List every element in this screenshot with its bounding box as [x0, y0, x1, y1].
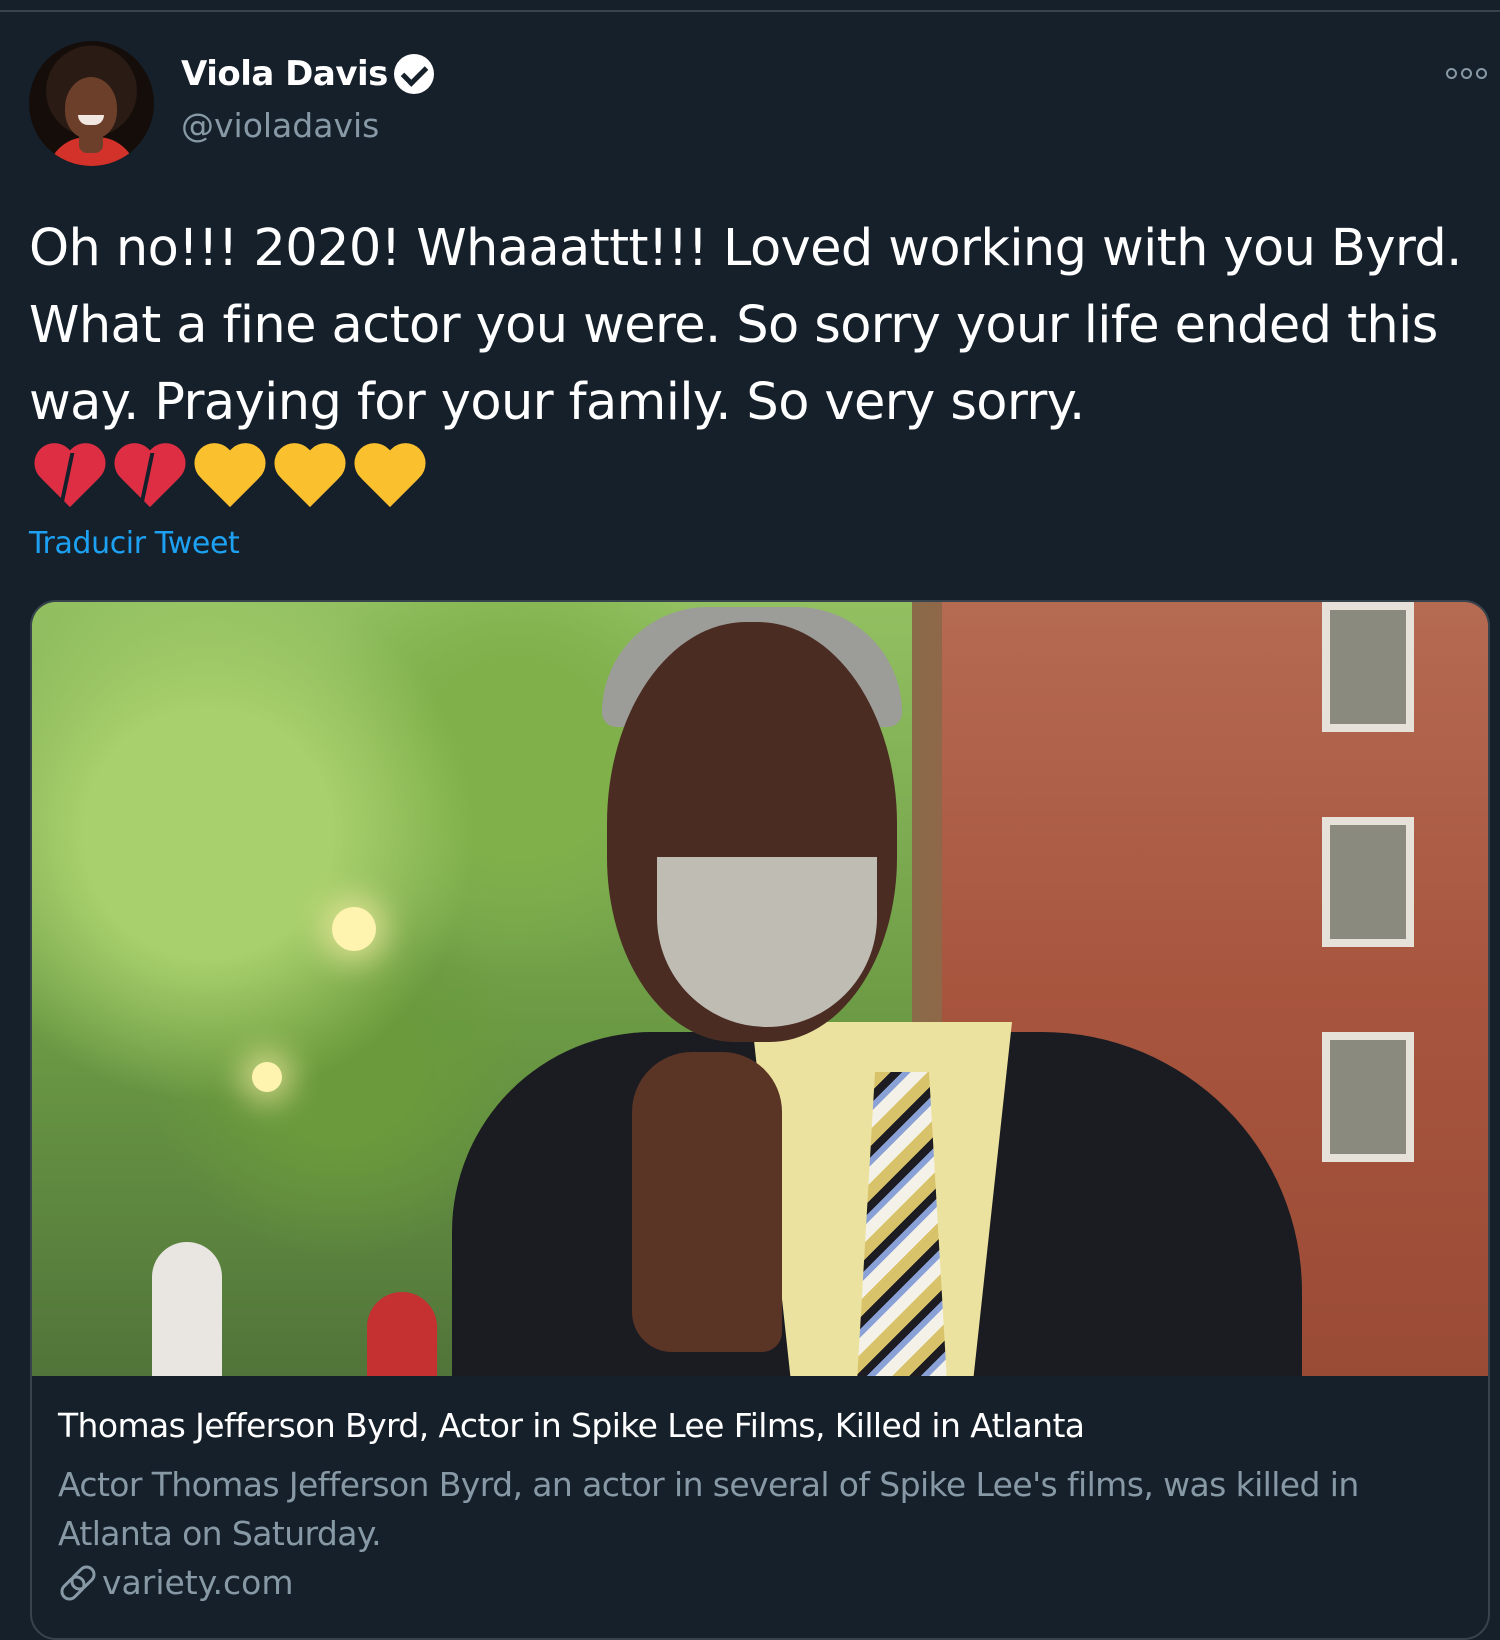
tweet-emojis: [33, 445, 427, 515]
link-preview-card[interactable]: Thomas Jefferson Byrd, Actor in Spike Le…: [30, 600, 1490, 1640]
tweet-text: Oh no!!! 2020! Whaaattt!!! Loved working…: [29, 219, 1462, 432]
author-display-name[interactable]: Viola Davis: [181, 54, 388, 94]
yellow-heart-emoji-icon: [193, 445, 267, 515]
card-domain-text: variety.com: [102, 1563, 294, 1602]
card-domain: variety.com: [56, 1561, 294, 1604]
card-image[interactable]: [32, 602, 1488, 1376]
link-icon: [56, 1561, 100, 1604]
broken-heart-emoji-icon: [113, 445, 187, 515]
yellow-heart-emoji-icon: [353, 445, 427, 515]
verified-badge-icon: [393, 54, 434, 94]
author-handle[interactable]: @violadavis: [181, 106, 379, 145]
card-description: Actor Thomas Jefferson Byrd, an actor in…: [58, 1465, 1359, 1553]
yellow-heart-emoji-icon: [273, 445, 347, 515]
more-options-icon[interactable]: [1446, 68, 1487, 79]
author-name-row[interactable]: Viola Davis: [181, 54, 434, 94]
translate-tweet-link[interactable]: Traducir Tweet: [29, 526, 240, 561]
card-body[interactable]: Thomas Jefferson Byrd, Actor in Spike Le…: [32, 1376, 1488, 1638]
broken-heart-emoji-icon: [33, 445, 107, 515]
tweet[interactable]: Viola Davis @violadavis Oh no!!! 2020! W…: [0, 12, 1500, 1640]
card-title: Thomas Jefferson Byrd, Actor in Spike Le…: [58, 1406, 1085, 1445]
avatar[interactable]: [29, 41, 154, 166]
